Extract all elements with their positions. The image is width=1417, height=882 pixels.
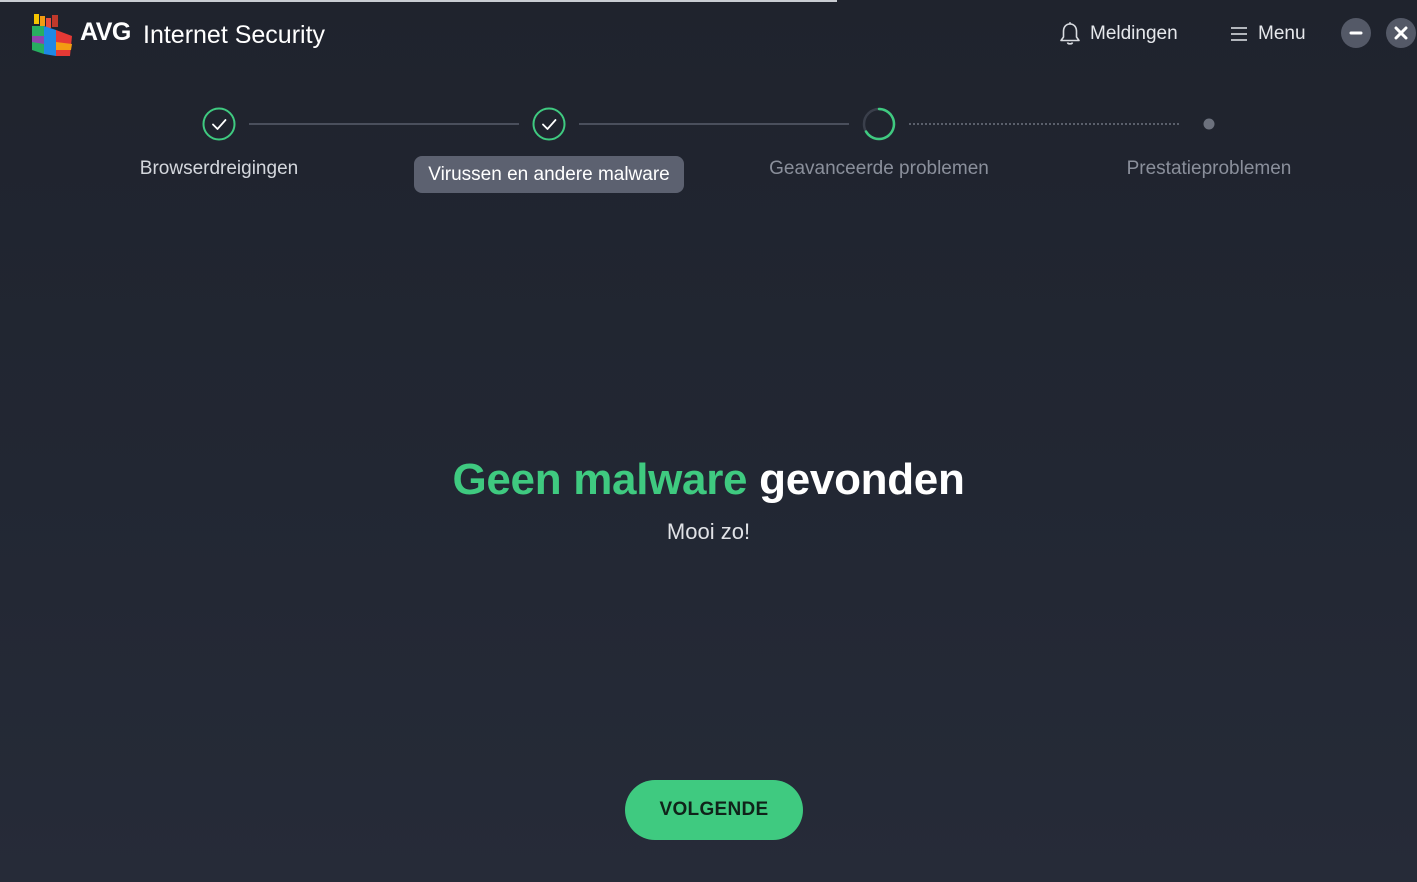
step-connector-1 [249, 123, 519, 125]
step-1-check-icon [202, 107, 236, 141]
step-connector-2 [579, 123, 849, 125]
minimize-button[interactable] [1341, 18, 1371, 48]
product-name: Internet Security [143, 21, 326, 49]
result-subtitle: Mooi zo! [666, 519, 751, 544]
minimize-icon [1349, 31, 1363, 35]
step-2-label-selected[interactable]: Virussen en andere malware [414, 156, 684, 193]
close-icon [1394, 26, 1408, 40]
menu-label: Menu [1258, 23, 1306, 44]
step-4-label: Prestatieproblemen [1126, 158, 1292, 179]
avg-logo-icon [32, 14, 72, 56]
brand-name: AVG [80, 18, 131, 46]
step-connector-3 [909, 123, 1179, 125]
step-3-spinner-icon [862, 107, 896, 141]
title-bar: AVG Internet Security Meldingen Menu [0, 0, 1417, 70]
scan-progress-stepper: Browserdreigingen Virussen en andere mal… [0, 95, 1417, 235]
result-headline-highlight: Geen malware [452, 455, 748, 504]
step-3-label: Geavanceerde problemen [769, 158, 989, 179]
step-1-label: Browserdreigingen [139, 158, 299, 179]
result-headline: Geen malware gevonden [0, 455, 1417, 505]
notifications-label: Meldingen [1090, 23, 1178, 44]
hamburger-menu-icon [1231, 27, 1247, 41]
step-2-check-icon [532, 107, 566, 141]
menu-button[interactable]: Menu [1230, 20, 1306, 48]
notifications-button[interactable]: Meldingen [1058, 20, 1178, 48]
next-button[interactable]: VOLGENDE [625, 780, 803, 840]
step-4-dot-icon [1203, 118, 1215, 130]
result-headline-rest: gevonden [759, 455, 965, 504]
scan-result: Geen malware gevonden Mooi zo! [0, 455, 1417, 545]
close-button[interactable] [1386, 18, 1416, 48]
bell-icon [1060, 22, 1080, 45]
